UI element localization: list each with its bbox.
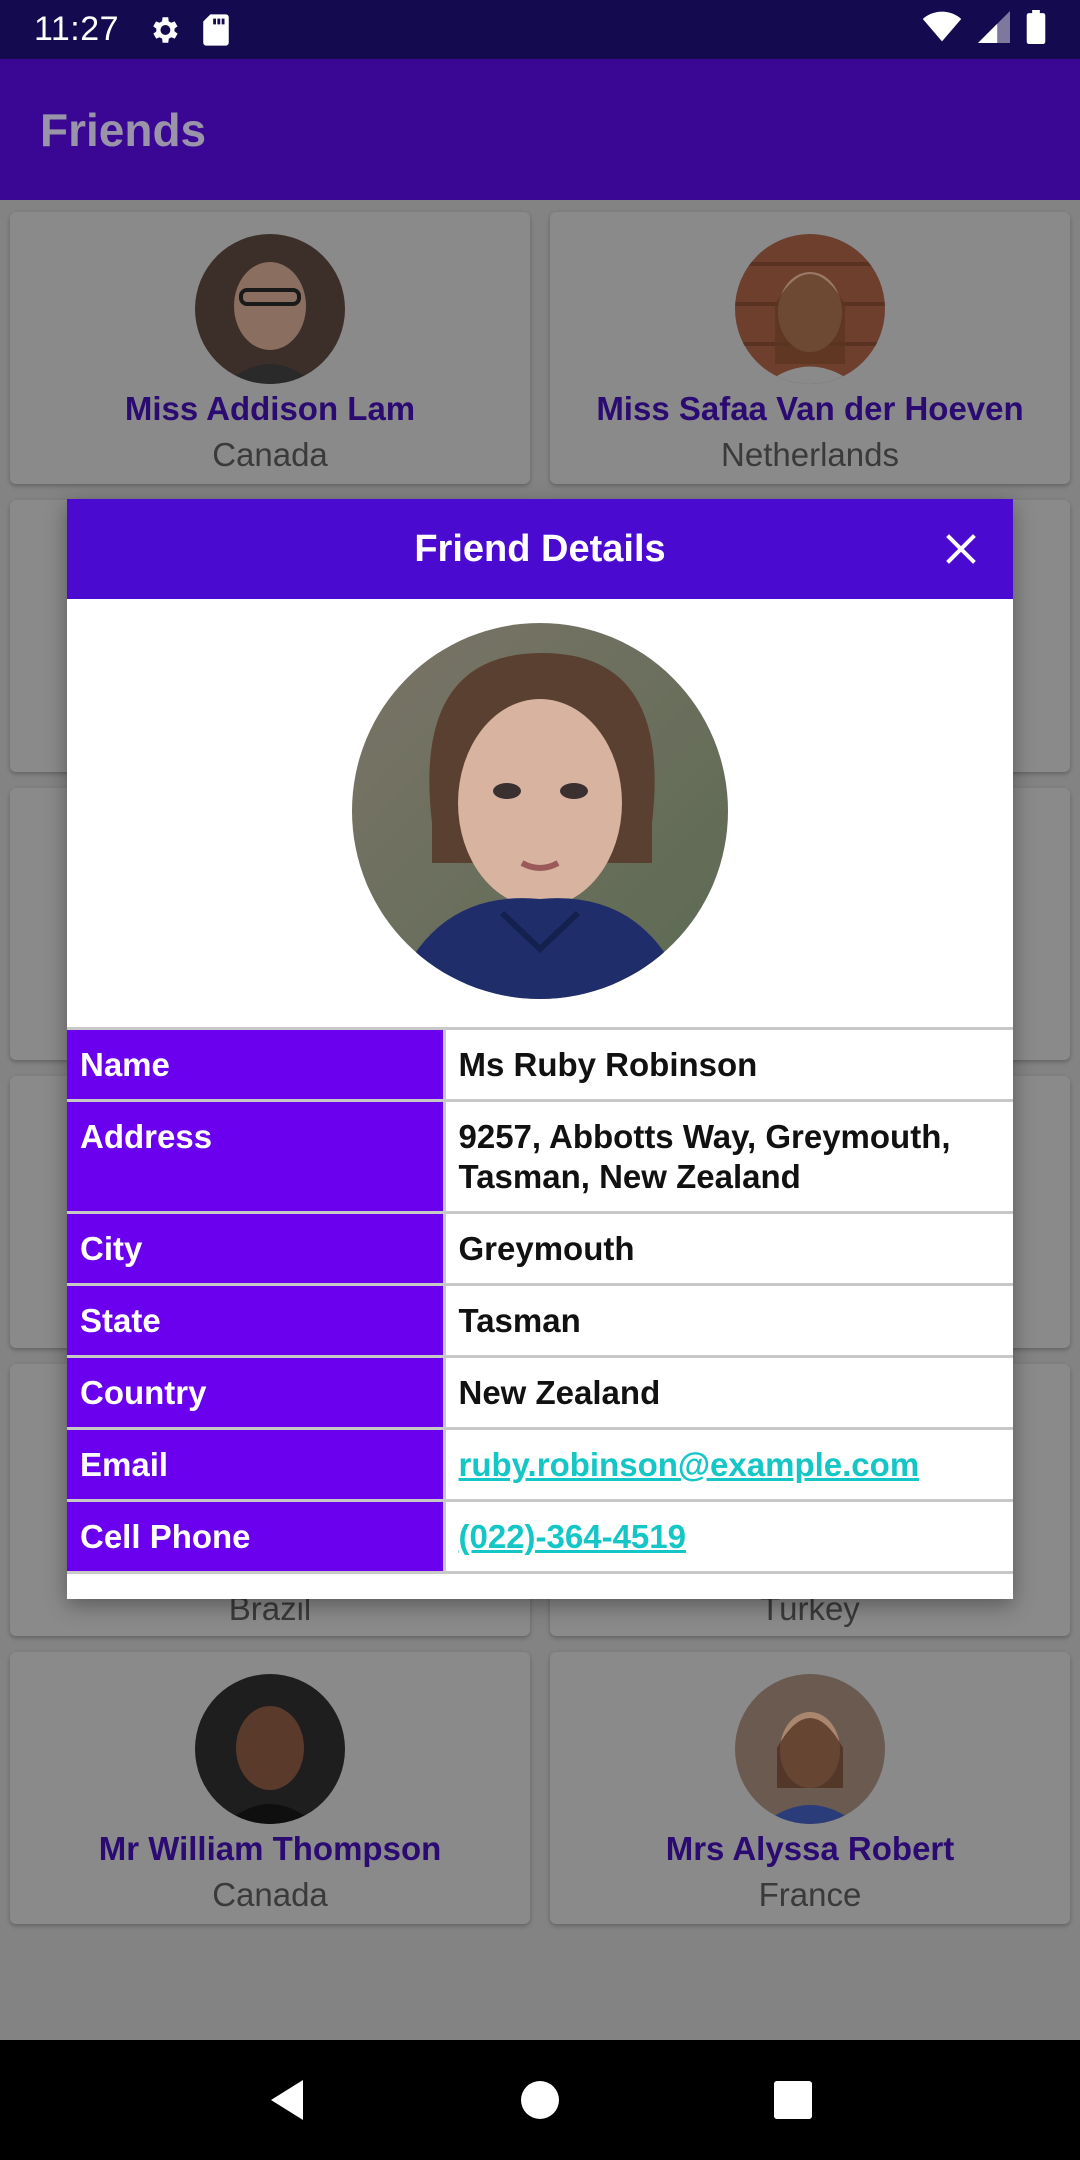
avatar: [195, 1674, 345, 1824]
friend-card[interactable]: Mr William Thompson Canada: [10, 1652, 530, 1924]
app-title: Friends: [40, 103, 207, 156]
photo-container: [67, 599, 1013, 1027]
friend-name: Miss Safaa Van der Hoeven: [596, 390, 1024, 427]
sd-card-icon: [201, 13, 231, 47]
row-label: Address: [67, 1100, 444, 1214]
wifi-icon: [922, 11, 962, 48]
row-label: Name: [67, 1028, 444, 1102]
row-value: New Zealand: [442, 1356, 1013, 1430]
row-label: State: [67, 1284, 444, 1358]
details-table: Name Ms Ruby Robinson Address 9257, Abbo…: [67, 1027, 1013, 1574]
app-bar: Friends: [0, 59, 1080, 200]
friend-photo: [352, 623, 728, 999]
row-value: Tasman: [442, 1284, 1013, 1358]
avatar: [735, 234, 885, 384]
battery-icon: [1026, 10, 1046, 49]
friend-card[interactable]: Miss Addison Lam Canada: [10, 212, 530, 484]
row-value: Greymouth: [442, 1212, 1013, 1286]
status-bar: 11:27: [0, 0, 1080, 59]
row-label: City: [67, 1212, 444, 1286]
friend-country: Netherlands: [721, 436, 899, 473]
friend-details-dialog: Friend Details Name Ms Ruby Robinson Add…: [67, 499, 1013, 1599]
recents-icon[interactable]: [753, 2060, 833, 2140]
friend-country: Canada: [212, 1876, 328, 1913]
avatar: [195, 234, 345, 384]
back-icon[interactable]: [247, 2060, 327, 2140]
friend-name: Mr William Thompson: [98, 1830, 442, 1867]
phone-link[interactable]: (022)-364-4519: [459, 1518, 687, 1555]
row-label: Email: [67, 1428, 444, 1502]
navigation-bar: [0, 2040, 1080, 2160]
cell-signal-icon: [978, 11, 1010, 48]
row-value: 9257, Abbotts Way, Greymouth, Tasman, Ne…: [442, 1100, 1013, 1214]
table-row: Name Ms Ruby Robinson: [67, 1028, 1013, 1102]
friend-country: Canada: [212, 436, 328, 473]
row-value: Ms Ruby Robinson: [442, 1028, 1013, 1102]
close-icon[interactable]: [941, 529, 981, 569]
friend-card[interactable]: Miss Safaa Van der Hoeven Netherlands: [550, 212, 1070, 484]
home-icon[interactable]: [500, 2060, 580, 2140]
table-row: Cell Phone (022)-364-4519: [67, 1500, 1013, 1574]
dialog-title: Friend Details: [414, 527, 666, 570]
table-row: Email ruby.robinson@example.com: [67, 1428, 1013, 1502]
status-time: 11:27: [34, 10, 120, 48]
row-label: Cell Phone: [67, 1500, 444, 1574]
table-row: Address 9257, Abbotts Way, Greymouth, Ta…: [67, 1100, 1013, 1214]
friend-name: Mrs Alyssa Robert: [665, 1830, 955, 1867]
email-cell: ruby.robinson@example.com: [442, 1428, 1013, 1502]
table-row: City Greymouth: [67, 1212, 1013, 1286]
table-row: Country New Zealand: [67, 1356, 1013, 1430]
friend-name: Miss Addison Lam: [124, 390, 416, 427]
phone-cell: (022)-364-4519: [442, 1500, 1013, 1574]
avatar: [735, 1674, 885, 1824]
friend-country: France: [758, 1876, 862, 1913]
friend-card[interactable]: Mrs Alyssa Robert France: [550, 1652, 1070, 1924]
email-link[interactable]: ruby.robinson@example.com: [459, 1446, 920, 1483]
gear-icon: [147, 13, 181, 47]
row-label: Country: [67, 1356, 444, 1430]
dialog-header: Friend Details: [67, 499, 1013, 599]
table-row: State Tasman: [67, 1284, 1013, 1358]
